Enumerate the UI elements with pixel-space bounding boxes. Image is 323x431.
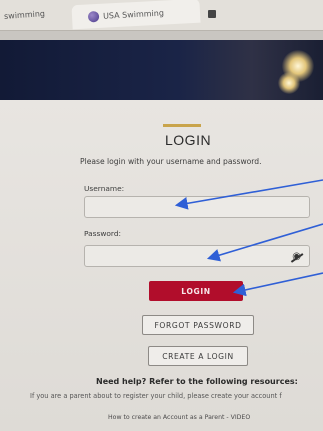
create-login-button[interactable]: CREATE A LOGIN — [148, 346, 248, 366]
help-text: If you are a parent about to register yo… — [30, 392, 282, 400]
login-button[interactable]: LOGIN — [149, 281, 243, 301]
tab-label: swimming — [3, 8, 46, 21]
username-label: Username: — [84, 184, 125, 193]
browser-tab[interactable] — [208, 2, 238, 26]
usa-swimming-icon — [87, 10, 100, 23]
page-title: LOGIN — [165, 132, 212, 148]
browser-tab[interactable]: swimming — [3, 0, 61, 28]
title-accent-line — [163, 124, 201, 127]
tab-label: USA Swimming — [102, 8, 165, 21]
help-video-link[interactable]: How to create an Account as a Parent - V… — [108, 414, 250, 421]
help-heading: Need help? Refer to the following resour… — [96, 377, 298, 386]
eye-slash-icon[interactable]: ◉ — [292, 251, 301, 262]
password-field[interactable]: ◉ — [84, 245, 310, 267]
banner-light — [278, 72, 300, 94]
password-label: Password: — [84, 229, 122, 238]
username-field[interactable] — [84, 196, 310, 218]
header-banner — [0, 40, 323, 100]
browser-tab-active[interactable]: USA Swimming — [71, 0, 201, 30]
login-instructions: Please login with your username and pass… — [80, 157, 262, 166]
tab-favicon-icon — [208, 10, 216, 18]
browser-tab-bar: swimming USA Swimming — [0, 0, 323, 31]
forgot-password-button[interactable]: FORGOT PASSWORD — [142, 315, 254, 335]
